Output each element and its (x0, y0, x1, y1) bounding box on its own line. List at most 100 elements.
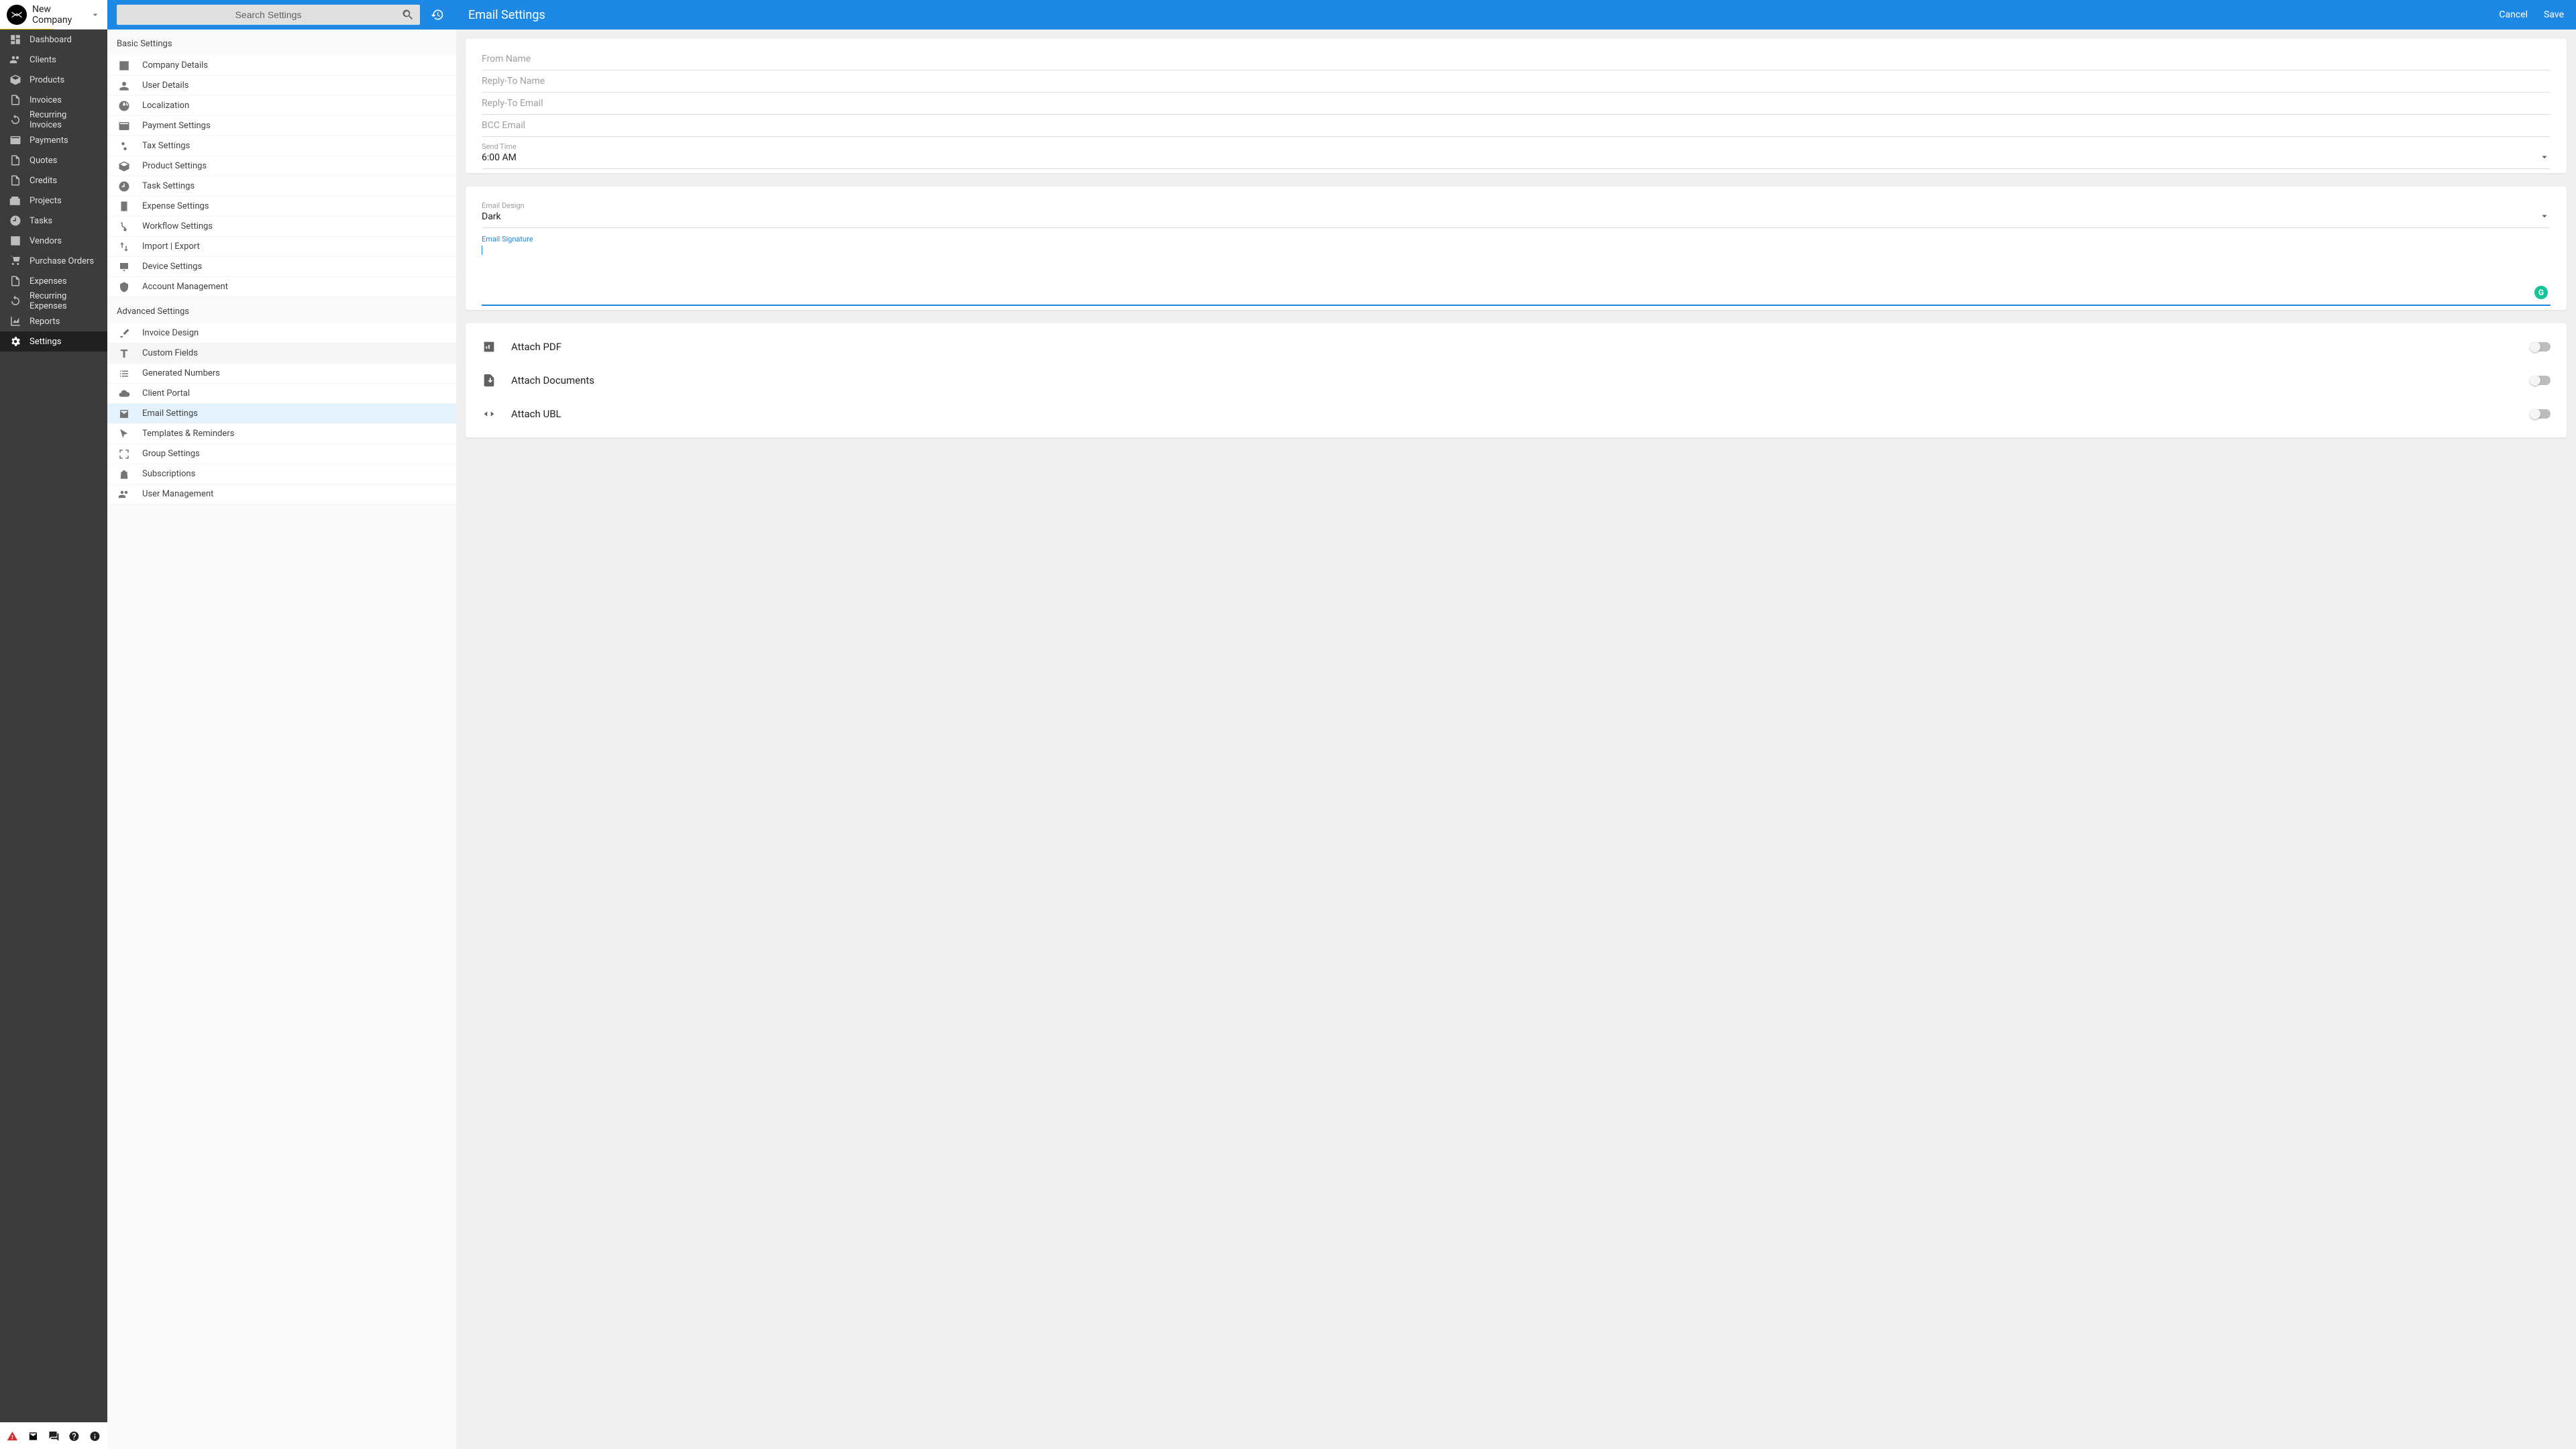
settings-row-custom-fields[interactable]: Custom Fields (107, 343, 456, 364)
app-logo (7, 5, 27, 25)
cancel-button[interactable]: Cancel (2499, 9, 2528, 20)
settings-row-payment-settings[interactable]: Payment Settings (107, 116, 456, 136)
nav-item-vendors[interactable]: Vendors (0, 231, 107, 251)
search-box[interactable] (117, 5, 420, 25)
nav-item-recurring-expenses[interactable]: Recurring Expenses (0, 291, 107, 311)
warning-icon[interactable] (7, 1430, 18, 1443)
company-name: New Company (32, 4, 85, 25)
settings-row-expense-settings[interactable]: Expense Settings (107, 197, 456, 217)
doc-icon (9, 275, 21, 287)
settings-row-invoice-design[interactable]: Invoice Design (107, 323, 456, 343)
from-name-field[interactable]: From Name (482, 48, 2551, 70)
swap-icon (118, 241, 130, 253)
nav-item-credits[interactable]: Credits (0, 170, 107, 191)
settings-row-label: Subscriptions (142, 469, 445, 479)
nav-item-invoices[interactable]: Invoices (0, 90, 107, 110)
settings-row-label: Custom Fields (142, 348, 445, 358)
mail-icon[interactable] (28, 1430, 39, 1443)
settings-row-label: Import | Export (142, 241, 445, 252)
nav-label: Clients (30, 55, 56, 65)
settings-row-label: Group Settings (142, 449, 445, 459)
building-icon (118, 60, 130, 72)
chevron-down-icon (90, 9, 101, 20)
reply-to-name-field[interactable]: Reply-To Name (482, 70, 2551, 93)
settings-row-email-settings[interactable]: Email Settings (107, 404, 456, 424)
field-label: From Name (482, 54, 2551, 64)
reply-to-email-field[interactable]: Reply-To Email (482, 93, 2551, 115)
history-icon (431, 8, 444, 21)
settings-row-user-management[interactable]: User Management (107, 484, 456, 504)
nav-label: Invoices (30, 95, 62, 105)
dashboard-icon (9, 34, 21, 46)
nav-item-expenses[interactable]: Expenses (0, 271, 107, 291)
cloud-icon (118, 388, 130, 400)
toggle-label: Attach PDF (511, 341, 2516, 353)
nav-item-projects[interactable]: Projects (0, 191, 107, 211)
save-button[interactable]: Save (2544, 9, 2564, 20)
toggle-row-attach-ubl: Attach UBL (482, 397, 2551, 431)
settings-row-templates-reminders[interactable]: Templates & Reminders (107, 424, 456, 444)
settings-row-localization[interactable]: Localization (107, 96, 456, 116)
email-signature-field[interactable]: Email Signature G (482, 228, 2551, 306)
nav-label: Recurring Expenses (30, 291, 98, 311)
detail-actions: Cancel Save (2499, 9, 2564, 20)
sidebar: New Company Dashboard Clients Products Invo… (0, 0, 107, 1449)
settings-row-label: Generated Numbers (142, 368, 445, 378)
settings-row-workflow-settings[interactable]: Workflow Settings (107, 217, 456, 237)
settings-row-client-portal[interactable]: Client Portal (107, 384, 456, 404)
settings-row-device-settings[interactable]: Device Settings (107, 257, 456, 277)
text-icon (118, 347, 130, 360)
nav-item-tasks[interactable]: Tasks (0, 211, 107, 231)
settings-row-user-details[interactable]: User Details (107, 76, 456, 96)
nav-item-products[interactable]: Products (0, 70, 107, 90)
settings-row-subscriptions[interactable]: Subscriptions (107, 464, 456, 484)
search-input[interactable] (123, 9, 413, 20)
nav-item-payments[interactable]: Payments (0, 130, 107, 150)
settings-row-task-settings[interactable]: Task Settings (107, 176, 456, 197)
company-switcher[interactable]: New Company (0, 0, 107, 30)
settings-row-product-settings[interactable]: Product Settings (107, 156, 456, 176)
email-design-card: Email Design Dark Email Signature G (466, 186, 2567, 310)
toggle-switch[interactable] (2530, 342, 2551, 352)
help-icon[interactable] (68, 1430, 80, 1443)
nav-item-settings[interactable]: Settings (0, 331, 107, 352)
nav-label: Quotes (30, 156, 57, 166)
field-label: Reply-To Name (482, 76, 2551, 87)
nav-item-dashboard[interactable]: Dashboard (0, 30, 107, 50)
list-icon (118, 368, 130, 380)
search-icon (401, 8, 415, 21)
settings-row-company-details[interactable]: Company Details (107, 56, 456, 76)
nav-item-clients[interactable]: Clients (0, 50, 107, 70)
forum-icon[interactable] (48, 1430, 60, 1443)
settings-group-label: Basic Settings (107, 30, 456, 56)
toggle-switch[interactable] (2530, 376, 2551, 385)
settings-row-label: Workflow Settings (142, 221, 445, 231)
settings-row-label: Localization (142, 101, 445, 111)
info-icon[interactable] (89, 1430, 101, 1443)
grammarly-icon[interactable]: G (2534, 286, 2548, 299)
nav-label: Reports (30, 317, 60, 327)
settings-row-tax-settings[interactable]: Tax Settings (107, 136, 456, 156)
pdf-icon (482, 339, 496, 354)
settings-row-label: Templates & Reminders (142, 429, 445, 439)
bcc-email-field[interactable]: BCC Email (482, 115, 2551, 137)
settings-row-import-export[interactable]: Import | Export (107, 237, 456, 257)
globe-icon (118, 100, 130, 112)
nav-item-purchase-orders[interactable]: Purchase Orders (0, 251, 107, 271)
nav-item-reports[interactable]: Reports (0, 311, 107, 331)
person-icon (118, 80, 130, 92)
send-time-field[interactable]: Send Time 6:00 AM (482, 137, 2551, 169)
nav-item-quotes[interactable]: Quotes (0, 150, 107, 170)
history-button[interactable] (428, 5, 447, 24)
settings-row-account-management[interactable]: Account Management (107, 277, 456, 297)
email-fields-card: From Name Reply-To Name Reply-To Email B… (466, 39, 2567, 173)
settings-row-group-settings[interactable]: Group Settings (107, 444, 456, 464)
settings-row-label: Invoice Design (142, 328, 445, 338)
field-label: Send Time (482, 142, 2538, 151)
nav-label: Products (30, 75, 64, 85)
email-design-field[interactable]: Email Design Dark (482, 196, 2551, 228)
nav-label: Purchase Orders (30, 256, 94, 266)
toggle-switch[interactable] (2530, 409, 2551, 419)
settings-row-generated-numbers[interactable]: Generated Numbers (107, 364, 456, 384)
nav-item-recurring-invoices[interactable]: Recurring Invoices (0, 110, 107, 130)
